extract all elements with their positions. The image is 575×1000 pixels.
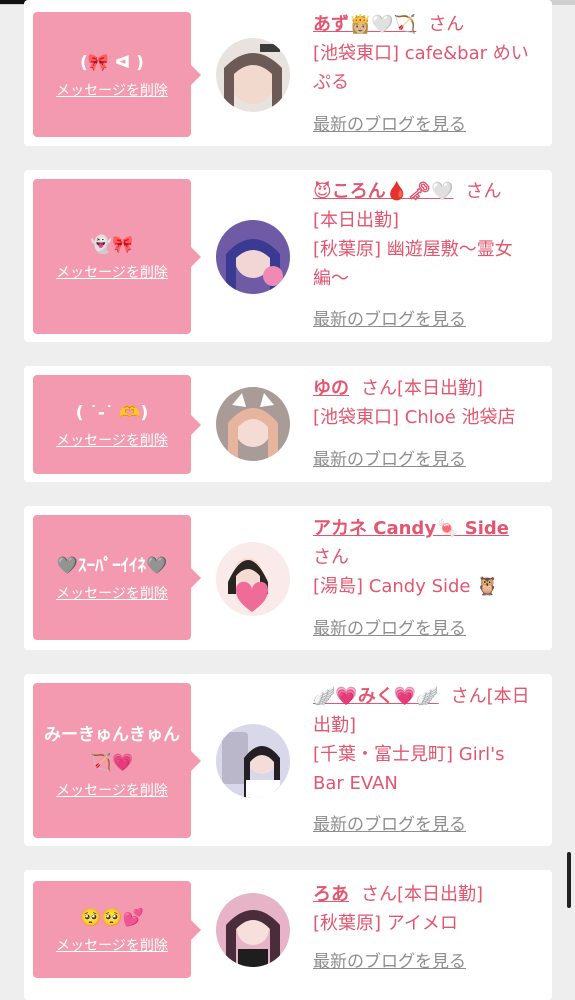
honorific: さん[本日出勤] xyxy=(361,884,484,905)
user-detail: [秋葉原] アイメロ xyxy=(313,913,458,934)
delete-message-link[interactable]: メッセージを削除 xyxy=(56,936,168,956)
latest-blog-link[interactable]: 最新のブログを見る xyxy=(313,445,538,470)
message-bubble: 🥺🥺💕 メッセージを削除 xyxy=(33,881,201,978)
message-text: 🥺🥺💕 xyxy=(80,907,144,928)
delete-message-link[interactable]: メッセージを削除 xyxy=(56,81,168,101)
delete-message-link[interactable]: メッセージを削除 xyxy=(56,263,168,283)
avatar[interactable] xyxy=(216,387,290,461)
user-info: あず👸🏼🤍🏹 さん [池袋東口] cafe&bar めいぷる 最新のブログを見る xyxy=(313,10,538,135)
honorific: さん[本日出勤] xyxy=(361,378,484,399)
latest-blog-link[interactable]: 最新のブログを見る xyxy=(313,110,538,135)
message-text: (🎀 ᐊ ) xyxy=(80,52,144,73)
latest-blog-link[interactable]: 最新のブログを見る xyxy=(313,614,538,639)
latest-blog-link[interactable]: 最新のブログを見る xyxy=(313,947,538,972)
message-card: 🥺🥺💕 メッセージを削除 ろあ さん[本日出勤] [秋葉原] アイメロ 最新のブロ… xyxy=(24,870,552,1000)
user-name-link[interactable]: あず👸🏼🤍🏹 xyxy=(313,14,416,35)
message-card: 👻🎀 メッセージを削除 😈ころん🩸🗝🤍 さん [本日出勤] [秋葉原] 幽遊屋敷〜… xyxy=(24,170,552,342)
message-bubble: (🎀 ᐊ ) メッセージを削除 xyxy=(33,12,201,137)
honorific: さん xyxy=(428,14,465,35)
user-name-link[interactable]: 🪽💗みく💗🪽 xyxy=(313,686,439,707)
message-bubble: ( ˙-˙ 🫶) メッセージを削除 xyxy=(33,375,201,474)
honorific: さん xyxy=(465,181,502,202)
message-card: (🎀 ᐊ ) メッセージを削除 あず👸🏼🤍🏹 さん [池袋東口] cafe&bar… xyxy=(24,0,552,146)
message-text: 🩶ｽｰﾊﾟｰｲｲﾈ🩶 xyxy=(56,555,168,576)
user-name-link[interactable]: アカネ Candy🍬 Side xyxy=(313,518,509,539)
message-bubble: 🩶ｽｰﾊﾟｰｲｲﾈ🩶 メッセージを削除 xyxy=(33,515,201,640)
user-name-link[interactable]: ゆの xyxy=(313,378,349,399)
user-detail: [池袋東口] cafe&bar めいぷる xyxy=(313,43,529,93)
user-info: ろあ さん[本日出勤] [秋葉原] アイメロ 最新のブログを見る xyxy=(313,880,538,972)
user-info: 😈ころん🩸🗝🤍 さん [本日出勤] [秋葉原] 幽遊屋敷〜霊女編〜 最新のブログを… xyxy=(313,177,538,330)
user-name-link[interactable]: ろあ xyxy=(313,884,349,905)
honorific: さん xyxy=(313,547,349,568)
delete-message-link[interactable]: メッセージを削除 xyxy=(56,431,168,451)
delete-message-link[interactable]: メッセージを削除 xyxy=(56,781,168,801)
message-text: ( ˙-˙ 🫶) xyxy=(75,402,149,423)
message-card: みーきゅんきゅん🏹💗 メッセージを削除 🪽💗みく💗🪽 さん[本日出勤] [千葉・富… xyxy=(24,674,552,846)
avatar[interactable] xyxy=(216,38,290,112)
avatar[interactable] xyxy=(216,220,290,294)
user-detail: [湯島] Candy Side 🦉 xyxy=(313,576,499,597)
user-name-link[interactable]: 😈ころん🩸🗝🤍 xyxy=(313,181,453,202)
latest-blog-link[interactable]: 最新のブログを見る xyxy=(313,305,538,330)
message-text: 👻🎀 xyxy=(90,234,134,255)
avatar[interactable] xyxy=(216,542,290,616)
message-card: 🩶ｽｰﾊﾟｰｲｲﾈ🩶 メッセージを削除 アカネ Candy🍬 Side さん [… xyxy=(24,506,552,650)
user-info: アカネ Candy🍬 Side さん [湯島] Candy Side 🦉 最新の… xyxy=(313,514,538,639)
user-detail: [千葉・富士見町] Girl's Bar EVAN xyxy=(313,744,505,794)
avatar[interactable] xyxy=(216,893,290,967)
latest-blog-link[interactable]: 最新のブログを見る xyxy=(313,810,538,835)
message-bubble: みーきゅんきゅん🏹💗 メッセージを削除 xyxy=(33,683,201,838)
delete-message-link[interactable]: メッセージを削除 xyxy=(56,584,168,604)
user-detail: [本日出勤] xyxy=(313,210,400,231)
user-detail: [池袋東口] Chloé 池袋店 xyxy=(313,407,516,428)
user-info: 🪽💗みく💗🪽 さん[本日出勤] [千葉・富士見町] Girl's Bar EVAN… xyxy=(313,682,538,835)
user-detail: [秋葉原] 幽遊屋敷〜霊女編〜 xyxy=(313,239,513,289)
message-card: ( ˙-˙ 🫶) メッセージを削除 ゆの さん[本日出勤] [池袋東口] Chlo… xyxy=(24,366,552,482)
user-info: ゆの さん[本日出勤] [池袋東口] Chloé 池袋店 最新のブログを見る xyxy=(313,374,538,470)
avatar[interactable] xyxy=(216,724,290,798)
message-bubble: 👻🎀 メッセージを削除 xyxy=(33,179,201,334)
message-text: みーきゅんきゅん🏹💗 xyxy=(44,724,180,773)
scrollbar[interactable] xyxy=(567,852,571,908)
